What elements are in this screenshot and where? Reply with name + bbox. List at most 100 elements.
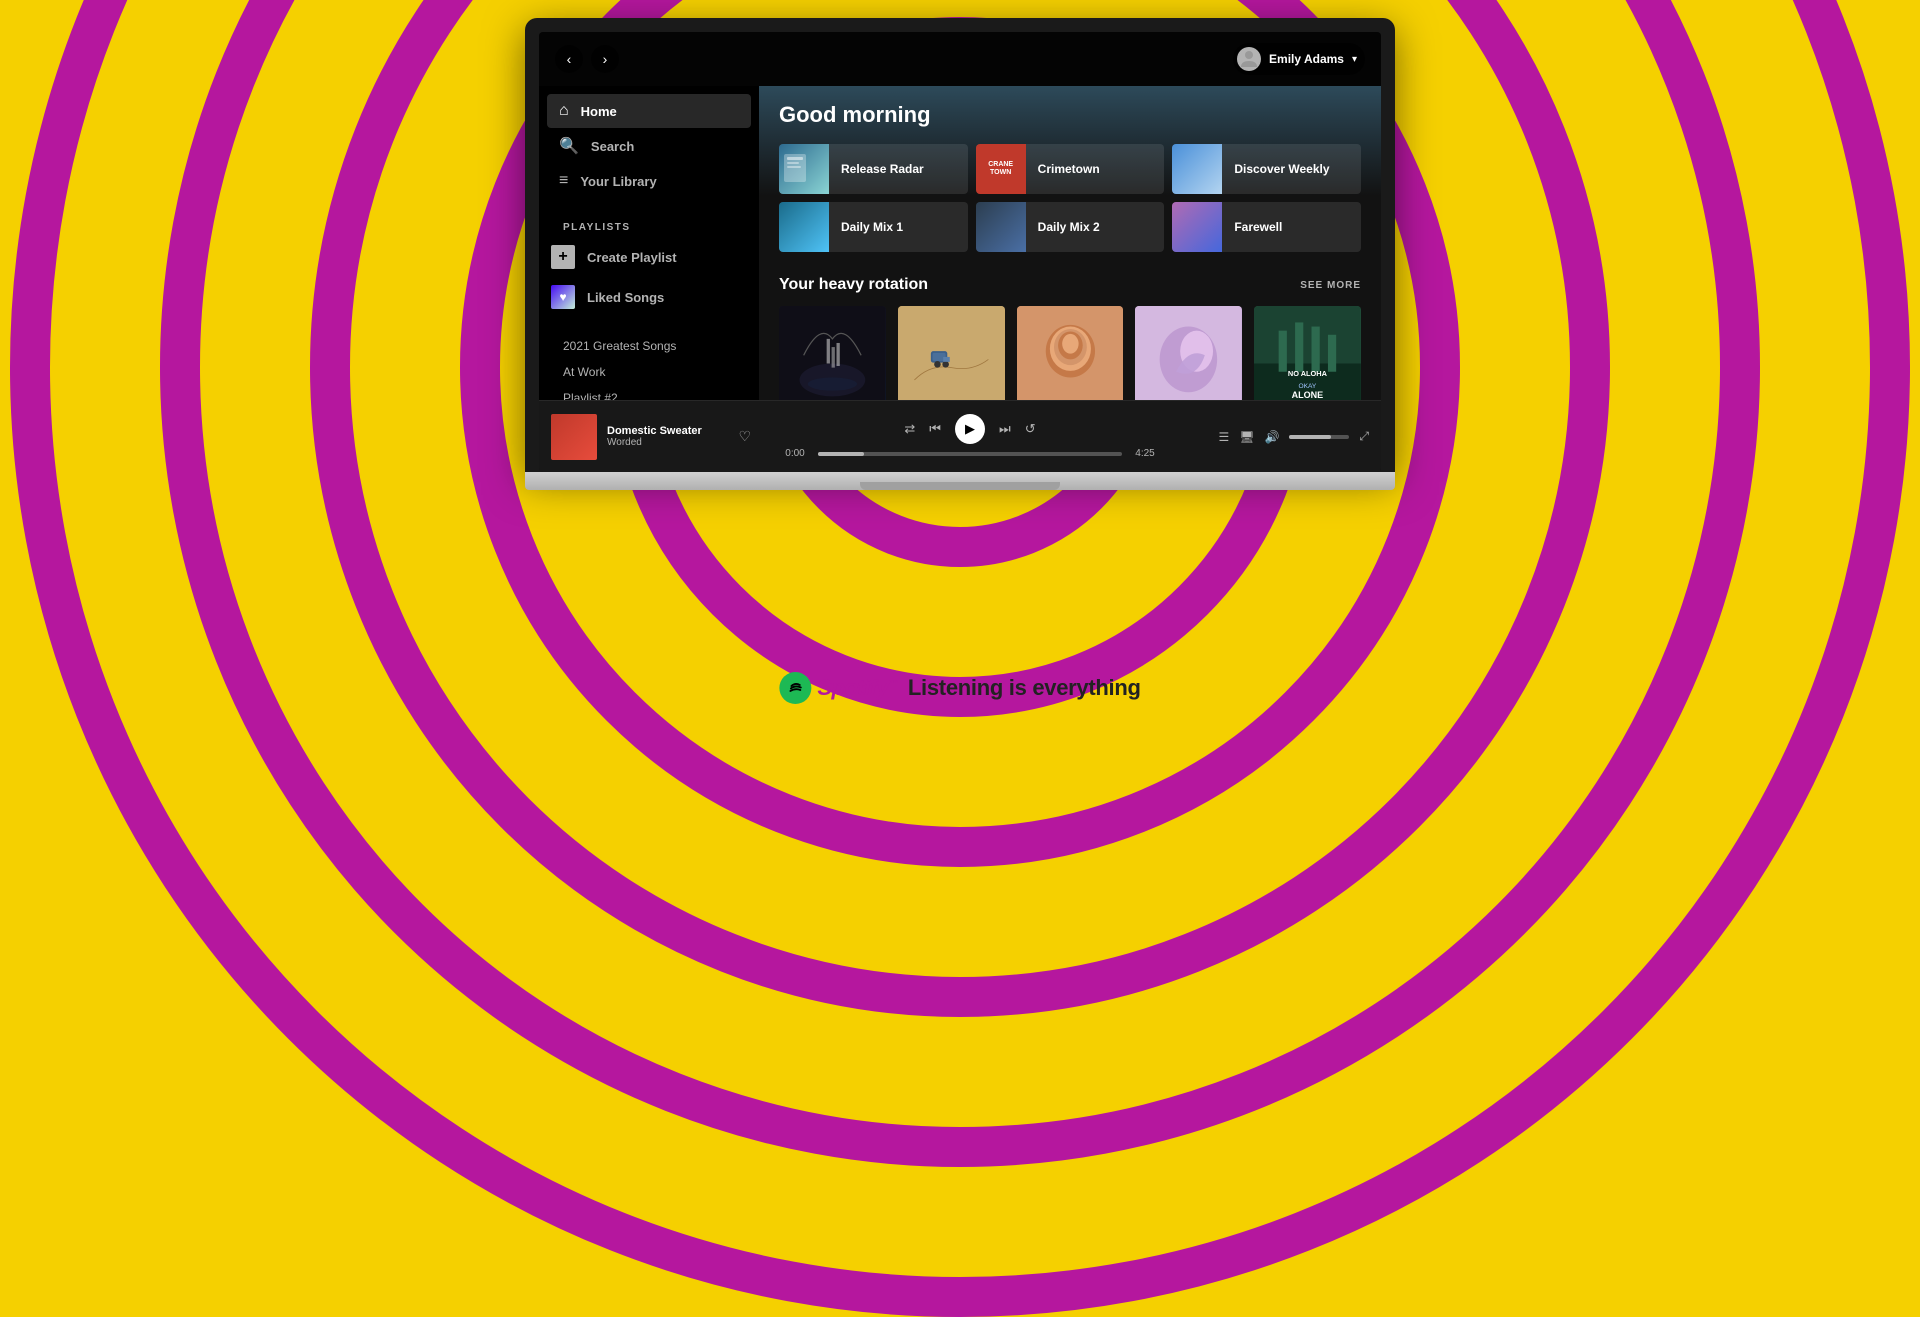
quick-card-daily-mix-1[interactable]: Daily Mix 1 (779, 202, 968, 252)
progress-track[interactable] (818, 452, 1122, 456)
laptop-screen: ‹ › Emily Adams ▾ (539, 32, 1381, 472)
track-text: Domestic Sweater Worded (607, 425, 728, 448)
crimetown-label: Crimetown (1026, 162, 1112, 176)
chime-art (1017, 306, 1124, 400)
top-bar: ‹ › Emily Adams ▾ (539, 32, 1381, 86)
sidebar-search-label: Search (591, 139, 634, 154)
branding-area: Spotify™ Listening is everything (779, 672, 1140, 704)
volume-fill (1289, 435, 1331, 439)
playback-controls: ⇄ ⏮ ▶ ⏭ ↺ 0:00 4:25 (751, 414, 1189, 459)
nav-buttons: ‹ › (555, 45, 619, 73)
sidebar-item-library[interactable]: ≡ Your Library (547, 164, 751, 198)
greeting-text: Good morning (779, 102, 1361, 128)
spotify-logo: Spotify™ (779, 672, 898, 704)
rotation-card-runaway[interactable]: Runaway Beast Coast (1135, 306, 1242, 400)
create-playlist-button[interactable]: + Create Playlist (539, 237, 759, 277)
see-more-button[interactable]: SEE MORE (1300, 280, 1361, 291)
like-button[interactable]: ♡ (738, 428, 751, 445)
queue-icon[interactable]: ☰ (1218, 430, 1229, 444)
svg-text:NO ALOHA: NO ALOHA (1288, 369, 1328, 378)
daily-mix-2-art (976, 202, 1026, 252)
liked-songs-button[interactable]: ♥ Liked Songs (539, 277, 759, 317)
sidebar: ⌂ Home 🔍 Search ≡ Your Library (539, 86, 759, 400)
discover-weekly-art (1172, 144, 1222, 194)
runaway-art (1135, 306, 1242, 400)
home-icon: ⌂ (559, 102, 569, 120)
shuffle-button[interactable]: ⇄ (904, 421, 915, 437)
rotation-card-in-your-car[interactable]: NO ALOHA OKAY ALONE In Your Car No Aloha (1254, 306, 1361, 400)
laptop-container: ‹ › Emily Adams ▾ (525, 18, 1395, 490)
repeat-button[interactable]: ↺ (1025, 421, 1036, 437)
devices-icon[interactable]: 🖥 (1239, 430, 1254, 444)
playlist-item-3[interactable]: Playlist #2 (539, 385, 759, 400)
quick-card-farewell[interactable]: Farewell (1172, 202, 1361, 252)
screen-bezel: ‹ › Emily Adams ▾ (525, 18, 1395, 472)
control-buttons: ⇄ ⏮ ▶ ⏭ ↺ (904, 414, 1035, 444)
crimetown-art: CRANETOWN (976, 144, 1026, 194)
heavy-rotation-title: Your heavy rotation (779, 276, 928, 294)
quick-card-daily-mix-2[interactable]: Daily Mix 2 (976, 202, 1165, 252)
sidebar-home-label: Home (581, 104, 617, 119)
tagline-text: Listening is everything (908, 675, 1141, 701)
laptop-base (525, 472, 1395, 490)
library-icon: ≡ (559, 172, 568, 190)
farewell-label: Farewell (1222, 220, 1294, 234)
playlists-section-label: PLAYLISTS (539, 214, 759, 237)
track-info: Domestic Sweater Worded ♡ (551, 414, 751, 460)
sidebar-item-search[interactable]: 🔍 Search (547, 128, 751, 164)
playlist-item-1[interactable]: 2021 Greatest Songs (539, 333, 759, 359)
in-your-car-art: NO ALOHA OKAY ALONE (1254, 306, 1361, 400)
heart-icon: ♥ (551, 285, 575, 309)
rotation-card-be-happy[interactable]: Be Happy Gene Evaro Jr. (779, 306, 886, 400)
svg-text:OKAY: OKAY (1299, 383, 1317, 390)
main-content[interactable]: Good morning (759, 86, 1381, 400)
total-time: 4:25 (1130, 448, 1160, 459)
trademark-symbol: ™ (888, 679, 898, 690)
be-happy-art (779, 306, 886, 400)
quick-card-release-radar[interactable]: Release Radar (779, 144, 968, 194)
sidebar-item-home[interactable]: ⌂ Home (547, 94, 751, 128)
previous-button[interactable]: ⏮ (929, 421, 941, 437)
rotation-card-chime[interactable]: Chime Alan Gogoll (1017, 306, 1124, 400)
create-playlist-label: Create Playlist (587, 250, 677, 265)
svg-text:ALONE: ALONE (1292, 390, 1324, 400)
quick-card-crimetown[interactable]: CRANETOWN Crimetown (976, 144, 1165, 194)
daily-mix-1-label: Daily Mix 1 (829, 220, 915, 234)
sidebar-nav: ⌂ Home 🔍 Search ≡ Your Library (539, 94, 759, 198)
forward-button[interactable]: › (591, 45, 619, 73)
next-button[interactable]: ⏭ (999, 421, 1011, 437)
rotation-card-some-days[interactable]: Some Days Ira Wolf (898, 306, 1005, 400)
farewell-art (1172, 202, 1222, 252)
user-name-label: Emily Adams (1269, 52, 1344, 66)
current-time: 0:00 (780, 448, 810, 459)
rotation-grid: Be Happy Gene Evaro Jr. (779, 306, 1361, 400)
heavy-rotation-header: Your heavy rotation SEE MORE (779, 276, 1361, 294)
volume-bar[interactable] (1289, 435, 1349, 439)
playlist-item-2[interactable]: At Work (539, 359, 759, 385)
quick-picks-grid: Release Radar CRANETOWN Crimetown (779, 144, 1361, 252)
liked-songs-label: Liked Songs (587, 290, 664, 305)
back-button[interactable]: ‹ (555, 45, 583, 73)
spotify-icon (779, 672, 811, 704)
play-pause-button[interactable]: ▶ (955, 414, 985, 444)
track-title: Domestic Sweater (607, 425, 728, 437)
progress-fill (818, 452, 864, 456)
track-artist: Worded (607, 437, 728, 448)
chevron-down-icon: ▾ (1352, 54, 1357, 65)
search-icon: 🔍 (559, 136, 579, 156)
fullscreen-icon[interactable]: ⤢ (1359, 429, 1369, 444)
user-menu[interactable]: Emily Adams ▾ (1233, 43, 1365, 75)
progress-bar[interactable]: 0:00 4:25 (780, 448, 1160, 459)
release-radar-art (779, 144, 829, 194)
avatar (1237, 47, 1261, 71)
app-layout: ⌂ Home 🔍 Search ≡ Your Library (539, 86, 1381, 400)
add-icon: + (551, 245, 575, 269)
sidebar-library-label: Your Library (580, 174, 656, 189)
quick-card-discover-weekly[interactable]: Discover Weekly (1172, 144, 1361, 194)
release-radar-label: Release Radar (829, 162, 936, 176)
extra-controls: ☰ 🖥 🔊 ⤢ (1189, 429, 1369, 444)
now-playing-art (551, 414, 597, 460)
volume-icon[interactable]: 🔊 (1264, 430, 1279, 444)
now-playing-bar: Domestic Sweater Worded ♡ ⇄ ⏮ ▶ ⏭ ↺ 0:00 (539, 400, 1381, 472)
daily-mix-2-label: Daily Mix 2 (1026, 220, 1112, 234)
